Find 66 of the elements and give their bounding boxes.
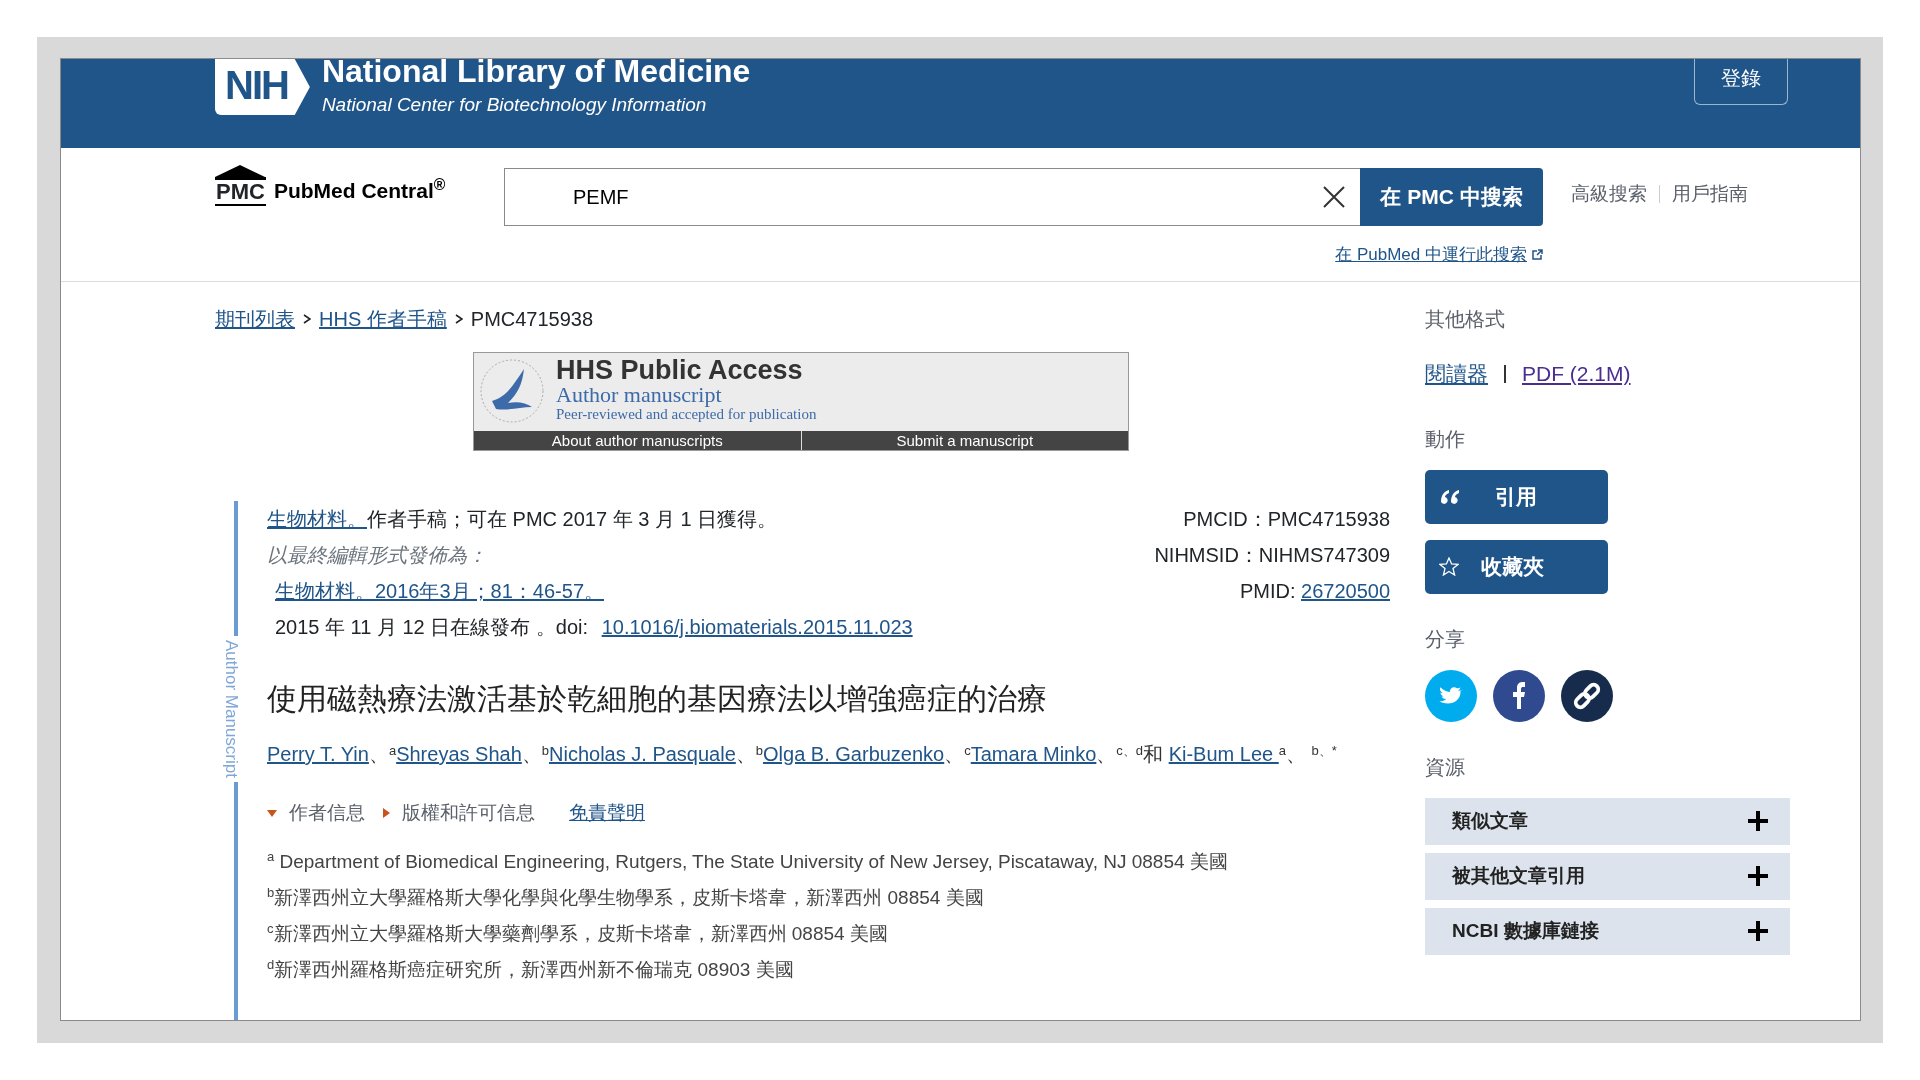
site-subtitle: National Center for Biotechnology Information <box>321 93 708 117</box>
article-id: NIHMSID：NIHMS747309 <box>1154 544 1390 566</box>
affiliation-text: $^{a}$ Department of Biomedical Engineering, Rutgers, The State University of New Jersey, Piscataway, NJ 08854 美國 <box>267 848 1229 874</box>
article-title: 使用磁熱療法激活基於乾細胞的基因療法以增強癌症的治療 <box>267 681 1048 717</box>
online-date-text: 2015 年 11 月 12 日在線發布 。doi: <box>275 615 590 640</box>
published-as-text: 以最終編輯形式發佈為： <box>267 544 487 566</box>
star-icon <box>1439 557 1459 576</box>
chevron-icon <box>454 314 463 324</box>
banner-subtitle: Author manuscript <box>556 384 723 406</box>
article-id: PMCID：PMC4715938 <box>1183 508 1390 530</box>
resource-toggle[interactable]: 被其他文章引用 <box>1425 852 1790 900</box>
section-heading: 其他格式 <box>1425 307 1506 332</box>
journal-link[interactable]: 生物材料。 <box>267 501 367 537</box>
action-button[interactable]: 收藏夾 <box>1425 539 1608 594</box>
breadcrumb-link[interactable]: 期刊列表 <box>215 304 295 334</box>
pmc-logo[interactable]: PMC <box>215 165 266 207</box>
article-id: PMID: <box>1239 580 1297 602</box>
search-field[interactable]: PEMF <box>504 168 1294 226</box>
header-link[interactable]: 高級搜索 <box>1571 180 1647 209</box>
section-toggle[interactable]: 版權和許可信息 <box>383 799 535 828</box>
author-link[interactable]: Nicholas J. Pasquale <box>549 743 736 765</box>
disclaimer-link[interactable]: 免責聲明 <box>569 799 645 828</box>
pmid-link[interactable]: 26720500 <box>1301 580 1390 602</box>
resource-toggle[interactable]: NCBI 數據庫鏈接 <box>1425 907 1790 955</box>
pmc-name: PubMed Central$^{®}$ <box>273 174 446 204</box>
section-heading: 分享 <box>1425 626 1466 652</box>
banner-title: HHS Public Access <box>556 357 804 384</box>
site-title: National Library of Medicine <box>321 59 751 87</box>
affiliation-text: $^{c}$新澤西州立大學羅格斯大學藥劑學系，皮斯卡塔韋，新澤西州 08854 美國 <box>267 920 889 946</box>
breadcrumb-current: PMC4715938 <box>470 307 594 332</box>
author-link[interactable]: Perry T. Yin <box>267 743 369 765</box>
banner-link[interactable]: About author manuscripts <box>474 431 801 450</box>
header-link[interactable]: 用戶指南 <box>1672 180 1748 209</box>
format-link[interactable]: 閱讀器 <box>1425 358 1488 390</box>
author-list: Perry T. Yin、$^{a}$Shreyas Shah、$^{b}$Nicholas J. Pasquale、$^{b}$Olga B. Garbuzenko、$^{c}$Tamara Minko、$^{c、d}$和 Ki-Bum Lee $^{a}$、 $^{b、*}$ <box>267 739 1390 769</box>
close-icon <box>1322 185 1346 209</box>
author-link[interactable]: Shreyas Shah <box>396 743 522 765</box>
banner-note: Peer-reviewed and accepted for publication <box>556 406 817 423</box>
source-link[interactable]: 生物材料。2016年3月；81：46-57。 <box>275 580 604 602</box>
doi-link[interactable]: 10.1016/j.biomaterials.2015.11.023 <box>601 609 913 645</box>
author-link[interactable]: Ki-Bum Lee <box>1168 743 1279 765</box>
chevron-icon <box>303 314 311 324</box>
affiliation-text: $^{d}$新澤西州羅格斯癌症研究所，新澤西州新不倫瑞克 08903 美國 <box>267 956 795 982</box>
quote-icon <box>1439 487 1461 506</box>
author-link[interactable]: Tamara Minko <box>970 743 1097 765</box>
banner-link[interactable]: Submit a manuscript <box>800 431 1128 450</box>
facebook-f-icon <box>1513 682 1525 709</box>
external-link-icon <box>1531 248 1543 261</box>
section-toggle[interactable]: 作者信息 <box>267 799 365 828</box>
section-heading: 動作 <box>1425 426 1466 452</box>
resource-toggle[interactable]: 類似文章 <box>1425 797 1790 845</box>
nih-logo[interactable]: NIH <box>215 59 310 115</box>
share-button[interactable] <box>1493 669 1545 722</box>
search-button[interactable]: 在 PMC 中搜索 <box>1360 168 1543 226</box>
affiliation-text: $^{b}$新澤西州立大學羅格斯大學化學與化學生物學系，皮斯卡塔韋，新澤西州 08854 美國 <box>267 884 985 910</box>
format-link[interactable]: PDF (2.1M) <box>1522 358 1631 390</box>
login-button[interactable]: 登錄 <box>1694 59 1788 105</box>
share-button[interactable] <box>1561 669 1613 722</box>
section-heading: 資源 <box>1425 754 1466 780</box>
breadcrumb-link[interactable]: HHS 作者手稿 <box>319 304 447 334</box>
chain-link-icon <box>1573 681 1601 710</box>
action-button[interactable]: 引用 <box>1425 469 1608 524</box>
availability-text: 作者手稿；可在 PMC 2017 年 3 月 1 日獲得。 <box>367 507 778 532</box>
author-link[interactable]: Olga B. Garbuzenko <box>763 743 945 765</box>
author-manuscript-label: Author Manuscript <box>221 640 242 778</box>
clear-button[interactable] <box>1294 168 1360 226</box>
